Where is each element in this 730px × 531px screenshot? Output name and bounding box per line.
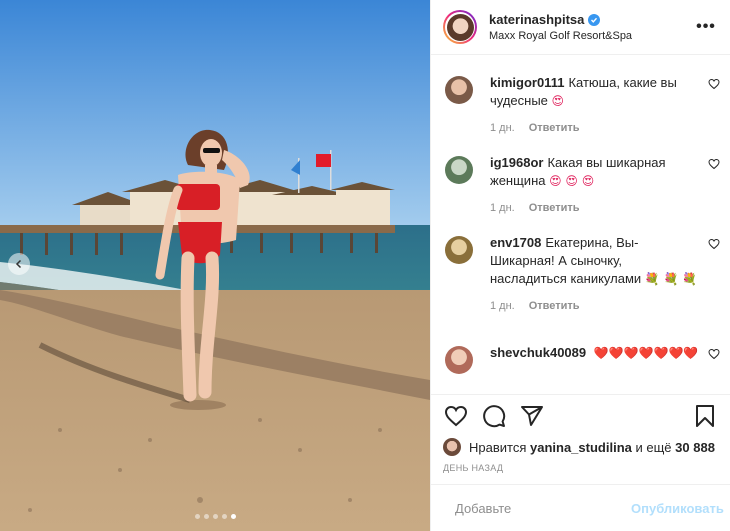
reply-button[interactable]: Ответить xyxy=(529,202,580,214)
like-button[interactable] xyxy=(443,403,469,429)
likes-count[interactable]: 30 888 xyxy=(675,440,715,455)
comment-username[interactable]: env1708 xyxy=(490,235,541,250)
post-location[interactable]: Maxx Royal Golf Resort&Spa xyxy=(489,30,696,42)
add-comment-bar: Опубликовать xyxy=(431,484,730,531)
carousel-dot xyxy=(194,514,200,519)
comment-username[interactable]: ig1968or xyxy=(490,155,543,170)
comments-list: kimigor0111 Катюша, какие вы чудесные 😍 1… xyxy=(431,56,730,394)
carousel-prev-button[interactable] xyxy=(8,253,30,275)
reply-button[interactable]: Ответить xyxy=(529,122,580,134)
more-icon[interactable]: ••• xyxy=(696,17,716,37)
share-icon xyxy=(521,406,543,426)
verified-badge-icon xyxy=(588,13,601,26)
comment-time: 1 дн. xyxy=(490,202,515,214)
comment-like-heart-icon[interactable] xyxy=(708,78,720,90)
carousel-dot-active xyxy=(230,514,236,519)
beach-photo-image xyxy=(0,0,430,531)
carousel-dot xyxy=(221,514,227,519)
commenter-avatar[interactable] xyxy=(445,76,473,104)
likes-summary: Нравится yanina_studilina и ещё 30 888 xyxy=(443,438,718,456)
chevron-left-icon xyxy=(15,259,22,269)
post-side-panel: katerinashpitsa Maxx Royal Golf Resort&S… xyxy=(430,0,730,531)
bookmark-icon xyxy=(696,405,714,427)
carousel-dot xyxy=(203,514,209,519)
comment-item: ig1968or Какая вы шикарная женщина 😍 😍 😍 … xyxy=(445,154,720,214)
comment-time: 1 дн. xyxy=(490,122,515,134)
comment-emoji: ❤️❤️❤️❤️❤️❤️❤️ xyxy=(593,346,699,360)
post-date[interactable]: ДЕНЬ НАЗАД xyxy=(443,463,718,473)
commenter-avatar[interactable] xyxy=(445,346,473,374)
publish-button[interactable]: Опубликовать xyxy=(631,501,724,516)
comment-emoji: 😍 😍 😍 xyxy=(549,174,595,188)
save-button[interactable] xyxy=(692,403,718,429)
carousel-dot xyxy=(212,514,218,519)
comment-like-heart-icon[interactable] xyxy=(708,348,720,360)
post-photo[interactable] xyxy=(0,0,430,531)
comment-item: env1708 Екатерина, Вы- Шикарная! А сыночк… xyxy=(445,234,720,312)
commenter-avatar[interactable] xyxy=(445,236,473,264)
comment-icon xyxy=(483,405,506,428)
reply-button[interactable]: Ответить xyxy=(529,300,580,312)
liker-avatar[interactable] xyxy=(443,438,461,456)
comment-username[interactable]: kimigor0111 xyxy=(490,75,564,90)
likes-suffix: и ещё xyxy=(635,439,672,455)
comment-input[interactable] xyxy=(455,500,631,516)
share-button[interactable] xyxy=(519,403,545,429)
comment-item: shevchuk40089 ❤️❤️❤️❤️❤️❤️❤️ xyxy=(445,344,720,374)
comment-button[interactable] xyxy=(481,403,507,429)
post-actions: Нравится yanina_studilina и ещё 30 888 Д… xyxy=(431,394,730,473)
comment-username[interactable]: shevchuk40089 xyxy=(490,345,586,360)
comment-like-heart-icon[interactable] xyxy=(708,238,720,250)
commenter-avatar[interactable] xyxy=(445,156,473,184)
comment-like-heart-icon[interactable] xyxy=(708,158,720,170)
heart-icon xyxy=(444,405,468,427)
comment-item: kimigor0111 Катюша, какие вы чудесные 😍 1… xyxy=(445,74,720,134)
likes-prefix: Нравится xyxy=(469,439,527,455)
carousel-dots xyxy=(0,514,430,519)
comment-emoji: 😍 xyxy=(551,94,565,108)
post-header: katerinashpitsa Maxx Royal Golf Resort&S… xyxy=(431,0,730,55)
comment-emoji: 💐 💐 💐 xyxy=(644,272,698,286)
liker-username[interactable]: yanina_studilina xyxy=(530,440,632,455)
comment-time: 1 дн. xyxy=(490,300,515,312)
author-username[interactable]: katerinashpitsa xyxy=(489,12,584,27)
author-avatar[interactable] xyxy=(443,10,477,44)
